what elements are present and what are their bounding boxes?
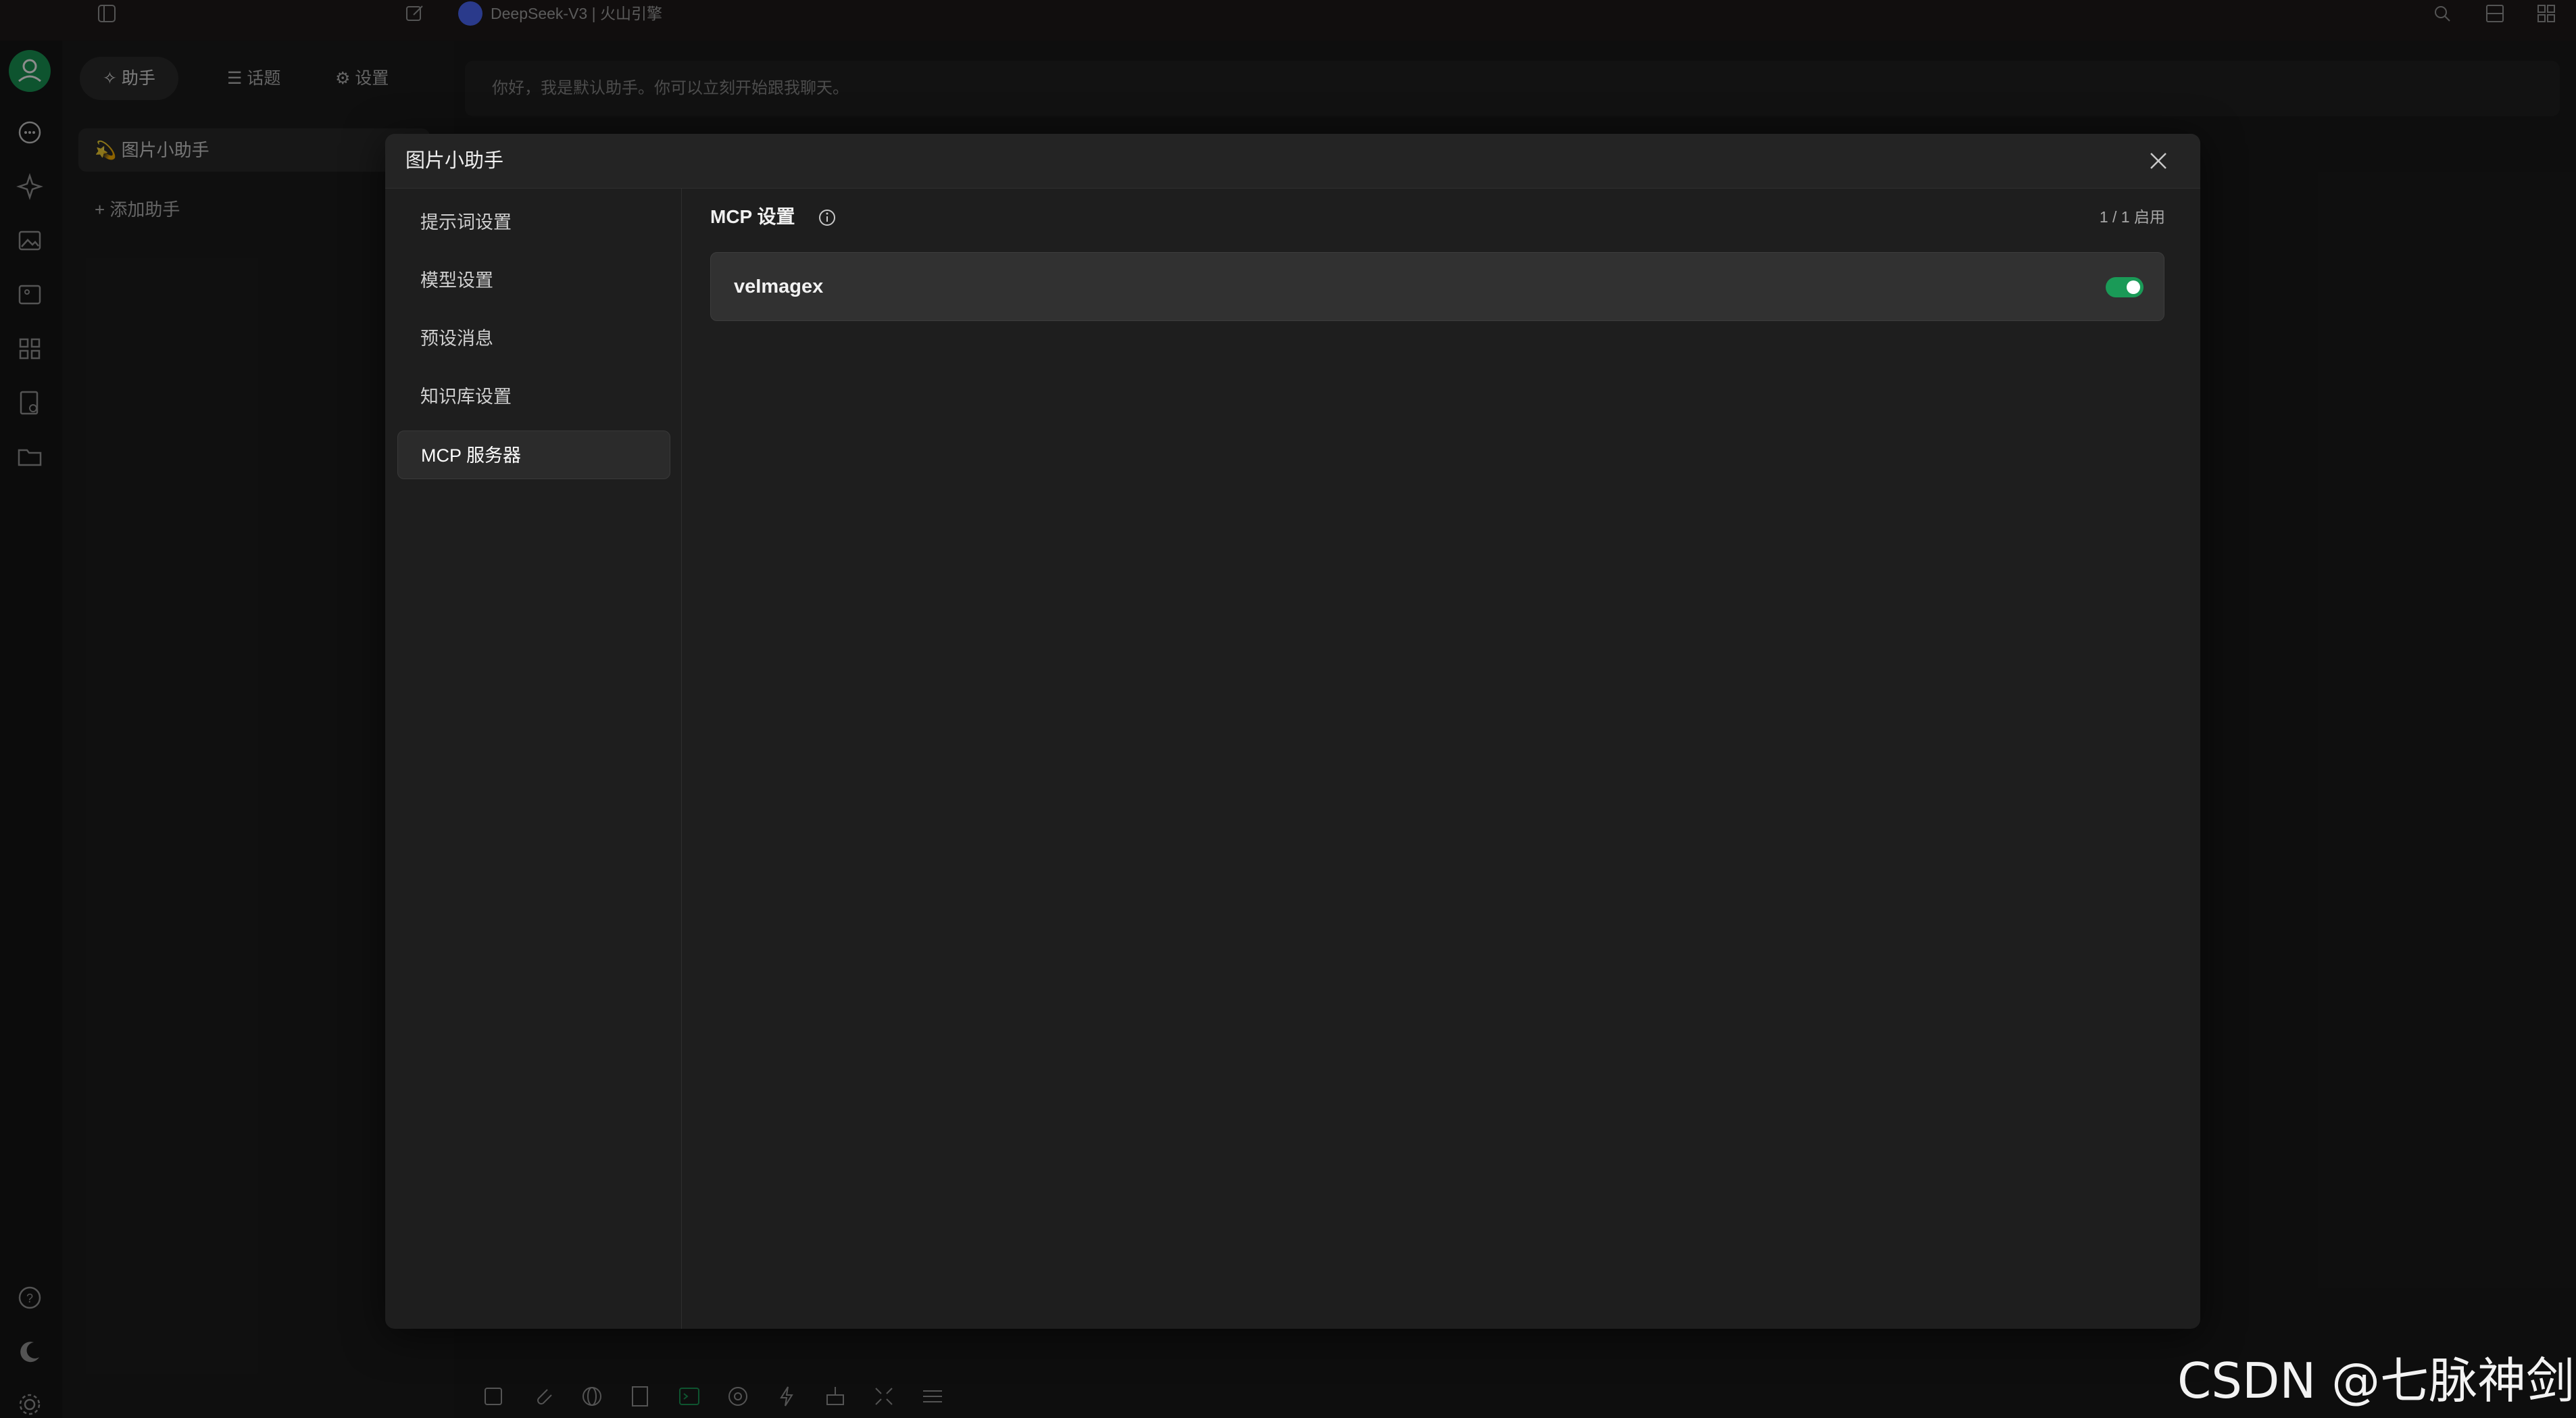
mcp-server-card: veImagex <box>710 252 2164 321</box>
mcp-settings-panel: MCP 设置 1 / 1 启用 veImagex <box>682 189 2200 1329</box>
app-window: DeepSeek-V3 | 火山引擎 ? ✧ 助手 ☰ 话题 ⚙ 设置 💫 图片… <box>0 0 2576 1418</box>
server-enable-toggle[interactable] <box>2106 277 2144 297</box>
modal-header: 图片小助手 <box>385 134 2200 189</box>
toggle-knob <box>2127 280 2140 294</box>
section-title: MCP 设置 <box>710 206 795 227</box>
nav-model-settings[interactable]: 模型设置 <box>397 256 670 305</box>
enabled-count: 1 / 1 启用 <box>2099 208 2165 226</box>
info-icon[interactable] <box>817 207 837 228</box>
watermark: CSDN @七脉神剑 <box>2177 1352 2575 1409</box>
nav-knowledge-settings[interactable]: 知识库设置 <box>397 372 670 421</box>
nav-mcp-servers[interactable]: MCP 服务器 <box>397 431 670 479</box>
modal-title: 图片小助手 <box>405 150 504 172</box>
close-icon[interactable] <box>2144 146 2173 176</box>
settings-nav: 提示词设置 模型设置 预设消息 知识库设置 MCP 服务器 <box>385 189 682 1329</box>
nav-prompt-settings[interactable]: 提示词设置 <box>397 198 670 247</box>
nav-preset-messages[interactable]: 预设消息 <box>397 314 670 363</box>
assistant-settings-modal: 图片小助手 提示词设置 模型设置 预设消息 知识库设置 MCP 服务器 MCP … <box>385 134 2200 1329</box>
server-name: veImagex <box>734 276 824 297</box>
